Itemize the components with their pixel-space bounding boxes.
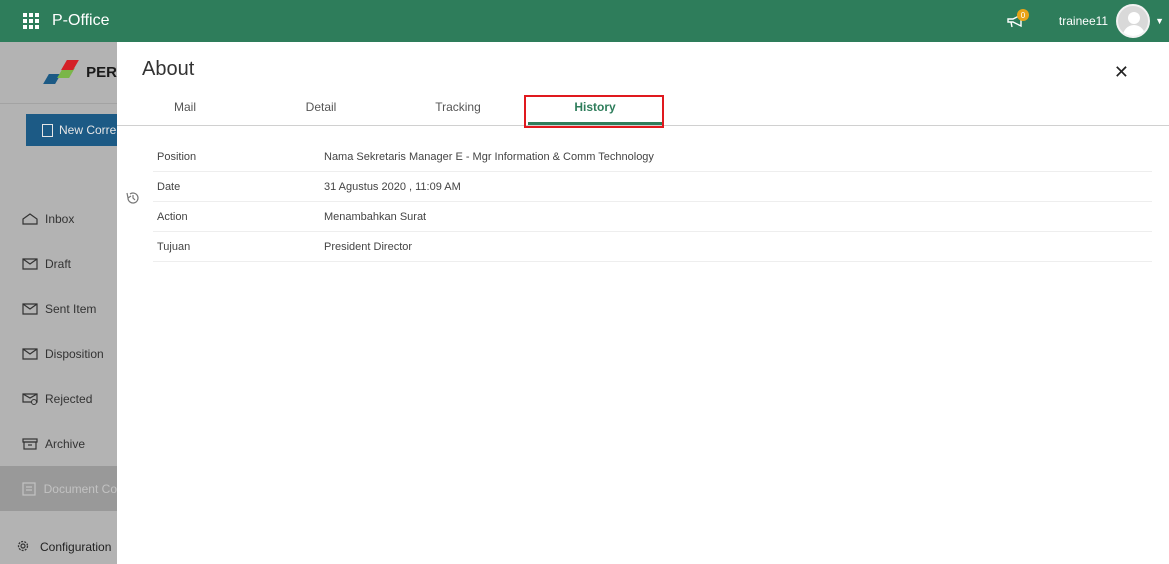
- sidebar-item-configuration[interactable]: Configuration: [0, 530, 117, 564]
- tab-history[interactable]: History: [528, 94, 662, 125]
- sidebar-item-disposition[interactable]: Disposition: [0, 331, 117, 376]
- history-label: Tujuan: [157, 240, 191, 253]
- new-button-label: New Corre: [59, 123, 117, 137]
- notification-button[interactable]: 0: [1001, 6, 1031, 36]
- history-value: 31 Agustus 2020 , 11:09 AM: [324, 180, 461, 193]
- sidebar-item-label: Document Co: [43, 481, 117, 496]
- history-row: Position Nama Sekretaris Manager E - Mgr…: [153, 142, 1152, 172]
- sidebar-item-sent[interactable]: Sent Item: [0, 286, 117, 331]
- sidebar-item-label: Sent Item: [45, 301, 97, 316]
- app-title: P-Office: [52, 12, 110, 29]
- tab-detail[interactable]: Detail: [291, 94, 351, 125]
- chevron-down-icon[interactable]: ▼: [1155, 16, 1164, 26]
- sidebar-item-rejected[interactable]: Rejected: [0, 376, 117, 421]
- history-row: Tujuan President Director: [153, 232, 1152, 262]
- gear-icon: [16, 539, 30, 556]
- sidebar-item-label: Draft: [45, 256, 72, 271]
- archive-icon: [21, 437, 39, 451]
- tab-bar: Mail Detail Tracking History: [117, 94, 1169, 126]
- rejected-icon: [21, 392, 39, 406]
- sidebar-item-label: Disposition: [45, 346, 104, 361]
- sidebar-item-document[interactable]: Document Co: [0, 466, 117, 511]
- disposition-icon: [21, 347, 39, 361]
- logo: PER: [0, 42, 117, 104]
- new-document-icon: [42, 123, 53, 137]
- logo-icon: [42, 58, 84, 88]
- history-table: Position Nama Sekretaris Manager E - Mgr…: [153, 142, 1152, 262]
- config-label: Configuration: [40, 540, 112, 554]
- sidebar: PER New Corre Inbox Draft Sent Item Disp…: [0, 42, 117, 564]
- sidebar-item-label: Inbox: [45, 211, 75, 226]
- apps-grid-icon[interactable]: [10, 0, 52, 42]
- notification-badge: 0: [1016, 9, 1029, 21]
- username[interactable]: trainee11: [1059, 14, 1108, 28]
- history-label: Position: [157, 150, 197, 163]
- new-correspondence-button[interactable]: New Corre: [26, 114, 117, 146]
- logo-text: PER: [86, 64, 117, 81]
- sidebar-item-archive[interactable]: Archive: [0, 421, 117, 466]
- sidebar-nav: Inbox Draft Sent Item Disposition Reject…: [0, 196, 117, 511]
- sent-icon: [21, 302, 39, 316]
- document-icon: [21, 481, 38, 496]
- sidebar-item-draft[interactable]: Draft: [0, 241, 117, 286]
- inbox-icon: [21, 212, 39, 226]
- history-label: Action: [157, 210, 188, 223]
- avatar[interactable]: [1116, 4, 1151, 38]
- tab-tracking[interactable]: Tracking: [423, 94, 493, 125]
- history-label: Date: [157, 180, 181, 193]
- draft-icon: [21, 257, 39, 271]
- tab-mail[interactable]: Mail: [155, 94, 215, 125]
- history-row: Date 31 Agustus 2020 , 11:09 AM: [153, 172, 1152, 202]
- history-row: Action Menambahkan Surat: [153, 202, 1152, 232]
- history-value: Menambahkan Surat: [324, 210, 427, 223]
- about-panel: About ✕ Mail Detail Tracking History Pos…: [117, 42, 1169, 564]
- top-bar: P-Office 0 trainee11 ▼: [0, 0, 1169, 42]
- close-icon[interactable]: ✕: [1114, 62, 1129, 83]
- history-value: President Director: [324, 240, 413, 253]
- sidebar-item-inbox[interactable]: Inbox: [0, 196, 117, 241]
- sidebar-item-label: Archive: [45, 436, 86, 451]
- sidebar-item-label: Rejected: [45, 391, 93, 406]
- history-value: Nama Sekretaris Manager E - Mgr Informat…: [324, 150, 654, 163]
- history-icon: [126, 192, 139, 204]
- panel-title: About: [142, 58, 195, 80]
